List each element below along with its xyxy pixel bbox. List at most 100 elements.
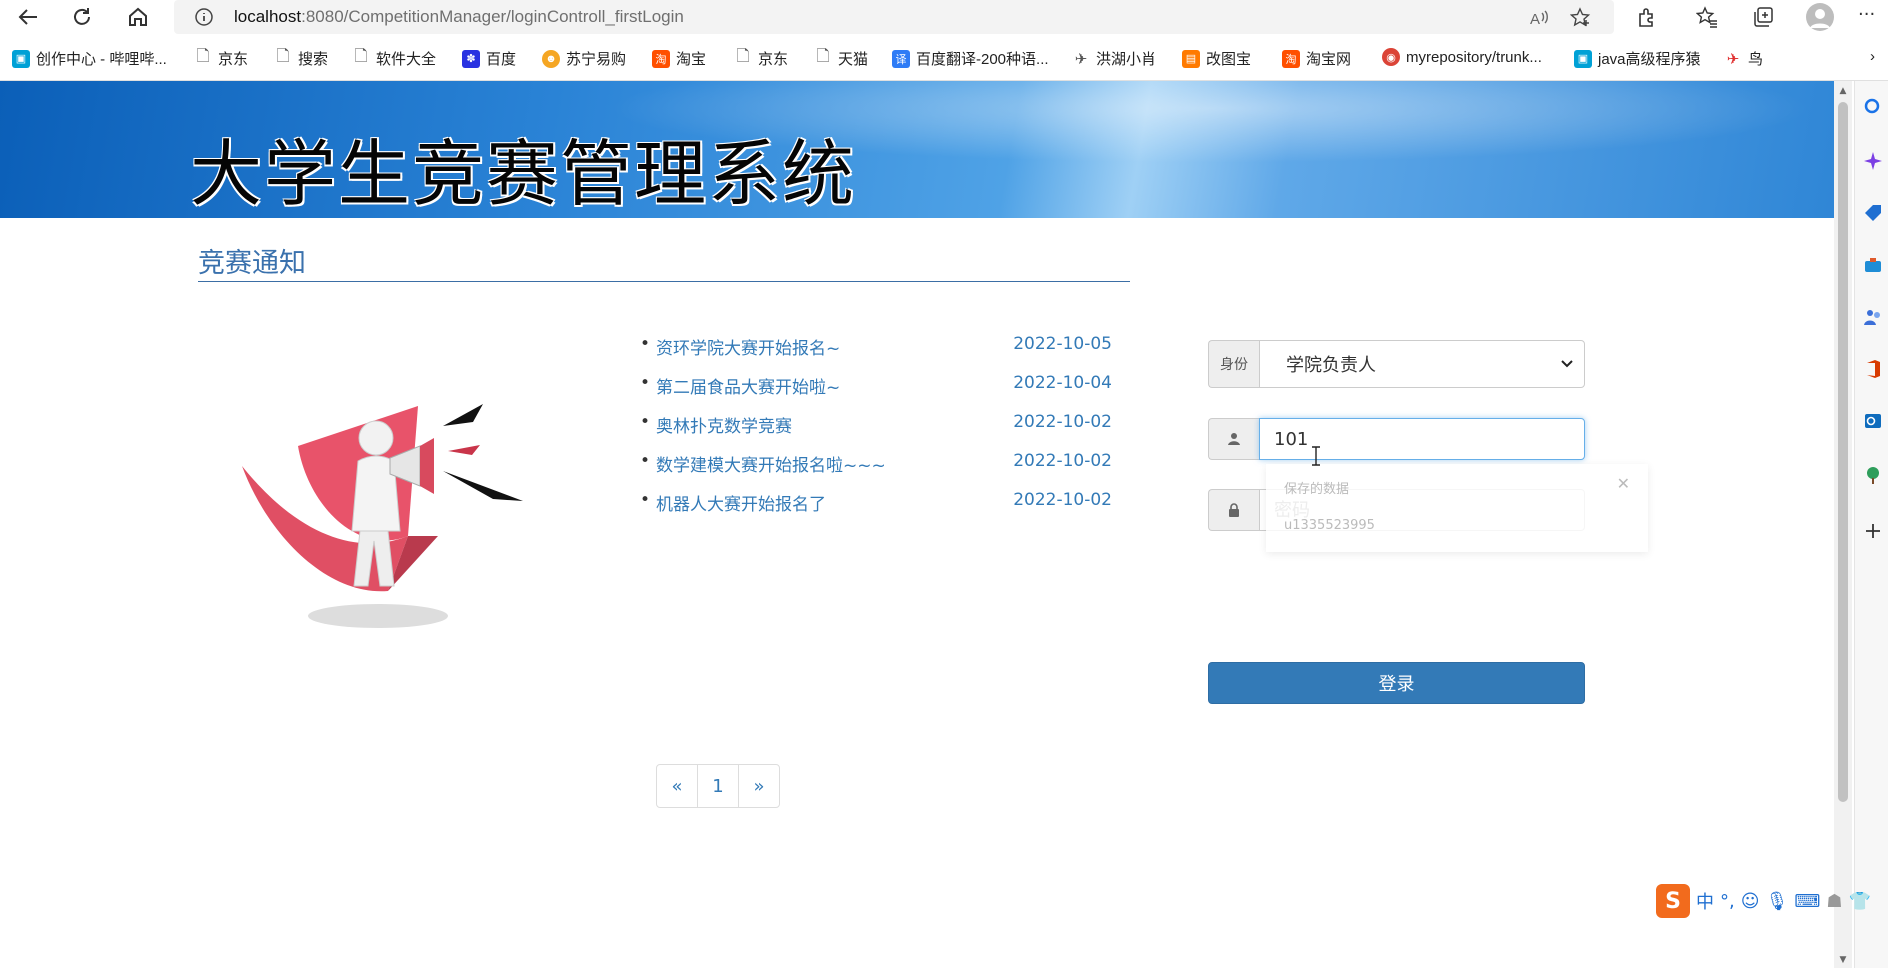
home-button[interactable]	[124, 3, 152, 31]
bookmark-item[interactable]: ◉ myrepository/trunk...	[1382, 48, 1542, 66]
copilot-icon[interactable]	[1863, 151, 1883, 171]
search-icon[interactable]	[1863, 97, 1883, 117]
bookmark-item[interactable]: 🗋 京东	[194, 48, 248, 69]
role-label: 身份	[1208, 340, 1259, 388]
notice-link[interactable]: 奥林扑克数学竞赛	[656, 412, 792, 437]
tree-icon[interactable]	[1863, 465, 1883, 485]
bird-icon: ✈	[1726, 50, 1740, 68]
notice-link[interactable]: 资环学院大赛开始报名~	[656, 334, 840, 359]
bookmark-item[interactable]: ✽ 百度	[462, 48, 516, 69]
favorites-icon[interactable]	[1696, 6, 1718, 28]
microphone-icon[interactable]: 🎙	[1766, 891, 1789, 912]
translate-icon: 译	[892, 49, 910, 68]
bookmark-item[interactable]: ▣ 创作中心 - 哔哩哔...	[12, 48, 167, 69]
notice-item: 第二届食品大赛开始啦~ 2022-10-04	[640, 373, 1120, 412]
add-icon[interactable]	[1863, 521, 1883, 541]
login-button[interactable]: 登录	[1208, 662, 1585, 704]
password-addon	[1208, 489, 1259, 531]
ime-punctuation[interactable]: °,	[1720, 891, 1735, 912]
bookmark-item[interactable]: ✈ 洪湖小肖	[1072, 48, 1156, 69]
address-bar[interactable]: localhost:8080/CompetitionManager/loginC…	[174, 0, 1614, 34]
notice-link[interactable]: 第二届食品大赛开始啦~	[656, 373, 840, 398]
bookmark-item[interactable]: ✈ 鸟	[1724, 48, 1763, 69]
autofill-title: 保存的数据	[1284, 482, 1350, 497]
back-button[interactable]	[14, 3, 42, 31]
close-icon[interactable]: ✕	[1617, 474, 1630, 493]
emoji-icon[interactable]: ☺	[1741, 891, 1760, 912]
person-icon	[1810, 9, 1830, 28]
bookmark-item[interactable]: ▤ 改图宝	[1182, 48, 1251, 69]
user-settings-icon[interactable]: ☗	[1826, 891, 1842, 912]
notice-date: 2022-10-02	[1013, 490, 1112, 510]
notice-item: 资环学院大赛开始报名~ 2022-10-05	[640, 334, 1120, 373]
bookmark-label: 淘宝	[676, 51, 707, 68]
bookmark-item[interactable]: 淘淘宝	[652, 48, 706, 69]
bookmark-label: 搜索	[298, 51, 329, 68]
more-menu-button[interactable]: ···	[1858, 4, 1875, 25]
pagination-page[interactable]: 1	[697, 764, 739, 808]
page-icon: 🗋	[196, 48, 210, 65]
bookmark-item[interactable]: 🗋 京东	[734, 48, 788, 69]
url-text[interactable]: localhost:8080/CompetitionManager/loginC…	[234, 7, 684, 27]
suning-icon: ☻	[542, 49, 560, 68]
username-input[interactable]	[1259, 418, 1585, 460]
site-title: 大学生竞赛管理系统	[190, 132, 857, 216]
scroll-down-icon[interactable]: ▼	[1838, 955, 1848, 965]
toolbox-icon[interactable]	[1863, 255, 1883, 275]
autofill-suggestion[interactable]: u1335523995	[1284, 518, 1375, 533]
info-icon[interactable]	[194, 7, 214, 27]
pagination-next[interactable]: »	[738, 764, 780, 808]
user-icon	[1228, 433, 1240, 445]
role-group: 身份 学院负责人	[1208, 340, 1585, 388]
bookmark-item[interactable]: 译百度翻译-200种语...	[892, 48, 1049, 69]
bookmark-item[interactable]: 淘淘宝网	[1282, 48, 1351, 69]
add-favorite-icon[interactable]	[1570, 7, 1592, 29]
notice-link[interactable]: 数学建模大赛开始报名啦~~~	[656, 451, 886, 476]
ime-mode[interactable]: 中	[1696, 888, 1714, 914]
role-selected-value: 学院负责人	[1286, 355, 1376, 376]
bookmark-item[interactable]: ☻ 苏宁易购	[542, 48, 626, 69]
bookmark-item[interactable]: 🗋 搜索	[274, 48, 328, 69]
scroll-up-icon[interactable]: ▲	[1838, 86, 1848, 96]
bookmark-label: 京东	[218, 51, 249, 68]
scrollbar-thumb[interactable]	[1838, 102, 1848, 802]
keyboard-icon[interactable]: ⌨	[1794, 891, 1820, 912]
autofill-popup[interactable]: 保存的数据 ✕ u1335523995	[1266, 464, 1648, 552]
url-host: localhost	[234, 7, 302, 26]
bookmark-item[interactable]: 🗋 软件大全	[352, 48, 436, 69]
page-icon: 🗋	[736, 48, 750, 65]
bookmark-item[interactable]: ▣ java高级程序猿	[1574, 48, 1701, 69]
people-icon[interactable]	[1863, 307, 1883, 327]
reload-icon	[74, 8, 90, 25]
notice-list: 资环学院大赛开始报名~ 2022-10-05 第二届食品大赛开始啦~ 2022-…	[640, 334, 1120, 529]
notice-link[interactable]: 机器人大赛开始报名了	[656, 490, 826, 515]
collections-icon[interactable]	[1752, 6, 1774, 28]
bookmark-label: 天猫	[838, 51, 869, 68]
bookmarks-overflow-chevron-icon[interactable]: ›	[1870, 48, 1875, 65]
profile-avatar[interactable]	[1806, 3, 1834, 31]
notice-date: 2022-10-02	[1013, 412, 1112, 432]
tag-icon[interactable]	[1863, 203, 1883, 223]
bookmark-label: 改图宝	[1206, 51, 1252, 68]
browser-toolbar: localhost:8080/CompetitionManager/loginC…	[0, 0, 1888, 34]
office-icon[interactable]	[1863, 359, 1883, 379]
sogou-logo[interactable]: S	[1656, 884, 1690, 918]
header-banner: 大学生竞赛管理系统	[0, 81, 1834, 218]
notice-item: 数学建模大赛开始报名啦~~~ 2022-10-02	[640, 451, 1120, 490]
user-addon	[1208, 418, 1259, 460]
home-icon	[129, 7, 147, 26]
ime-toolbar: S 中 °, ☺ 🎙 ⌨ ☗ 👕	[1656, 884, 1888, 918]
outlook-icon[interactable]	[1863, 411, 1883, 431]
pagination-prev[interactable]: «	[656, 764, 698, 808]
gaitubao-icon: ▤	[1182, 49, 1200, 68]
skin-shirt-icon[interactable]: 👕	[1848, 891, 1870, 912]
role-select[interactable]: 学院负责人	[1259, 340, 1585, 388]
read-aloud-icon[interactable]: A	[1528, 7, 1550, 29]
bilibili-icon: ▣	[12, 49, 30, 68]
extensions-icon[interactable]	[1636, 6, 1658, 28]
bookmark-label: 鸟	[1748, 51, 1764, 68]
reload-button[interactable]	[68, 3, 96, 31]
bilibili-icon: ▣	[1574, 49, 1592, 68]
back-arrow-icon	[18, 9, 37, 25]
bookmark-item[interactable]: 🗋 天猫	[814, 48, 868, 69]
